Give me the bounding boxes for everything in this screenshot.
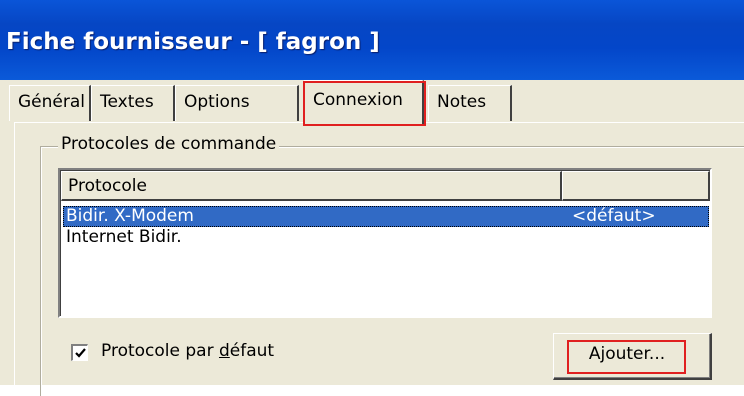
- default-protocol-checkbox[interactable]: [71, 344, 88, 361]
- tab-general[interactable]: Général: [9, 85, 91, 121]
- tab-connexion[interactable]: Connexion: [303, 80, 426, 126]
- default-marker: <défaut>: [572, 206, 656, 226]
- list-item[interactable]: Bidir. X-Modem <défaut>: [63, 206, 709, 227]
- column-header-label: Protocole: [68, 176, 147, 196]
- groupbox-legend: Protocoles de commande: [58, 134, 280, 154]
- tab-notes[interactable]: Notes: [428, 85, 512, 121]
- column-header-default[interactable]: [562, 171, 710, 201]
- title-bar: Fiche fournisseur - [ fagron ]: [0, 0, 744, 80]
- tab-label: Notes: [437, 92, 487, 112]
- add-button[interactable]: Ajouter...: [553, 333, 712, 380]
- protocol-list[interactable]: Protocole Bidir. X-Modem <défaut> Intern…: [58, 168, 712, 318]
- default-protocol-label[interactable]: Protocole par défaut: [101, 341, 274, 361]
- tab-label: Connexion: [313, 90, 403, 110]
- window-title: Fiche fournisseur - [ fagron ]: [6, 29, 380, 55]
- tab-label: Textes: [100, 92, 154, 112]
- protocol-name: Bidir. X-Modem: [66, 206, 194, 226]
- label-text-end: éfaut: [229, 341, 275, 361]
- mnemonic-letter: d: [218, 341, 230, 361]
- label-text: Protocole par: [101, 341, 219, 361]
- list-item[interactable]: Internet Bidir.: [63, 227, 709, 248]
- tab-options[interactable]: Options: [175, 85, 299, 121]
- tab-label: Général: [18, 92, 85, 112]
- add-button-label: Ajouter...: [588, 344, 666, 364]
- tab-label: Options: [184, 92, 250, 112]
- tab-textes[interactable]: Textes: [91, 85, 175, 121]
- protocol-name: Internet Bidir.: [66, 227, 182, 247]
- column-header-protocole[interactable]: Protocole: [61, 171, 562, 201]
- checkmark-icon: [75, 348, 86, 358]
